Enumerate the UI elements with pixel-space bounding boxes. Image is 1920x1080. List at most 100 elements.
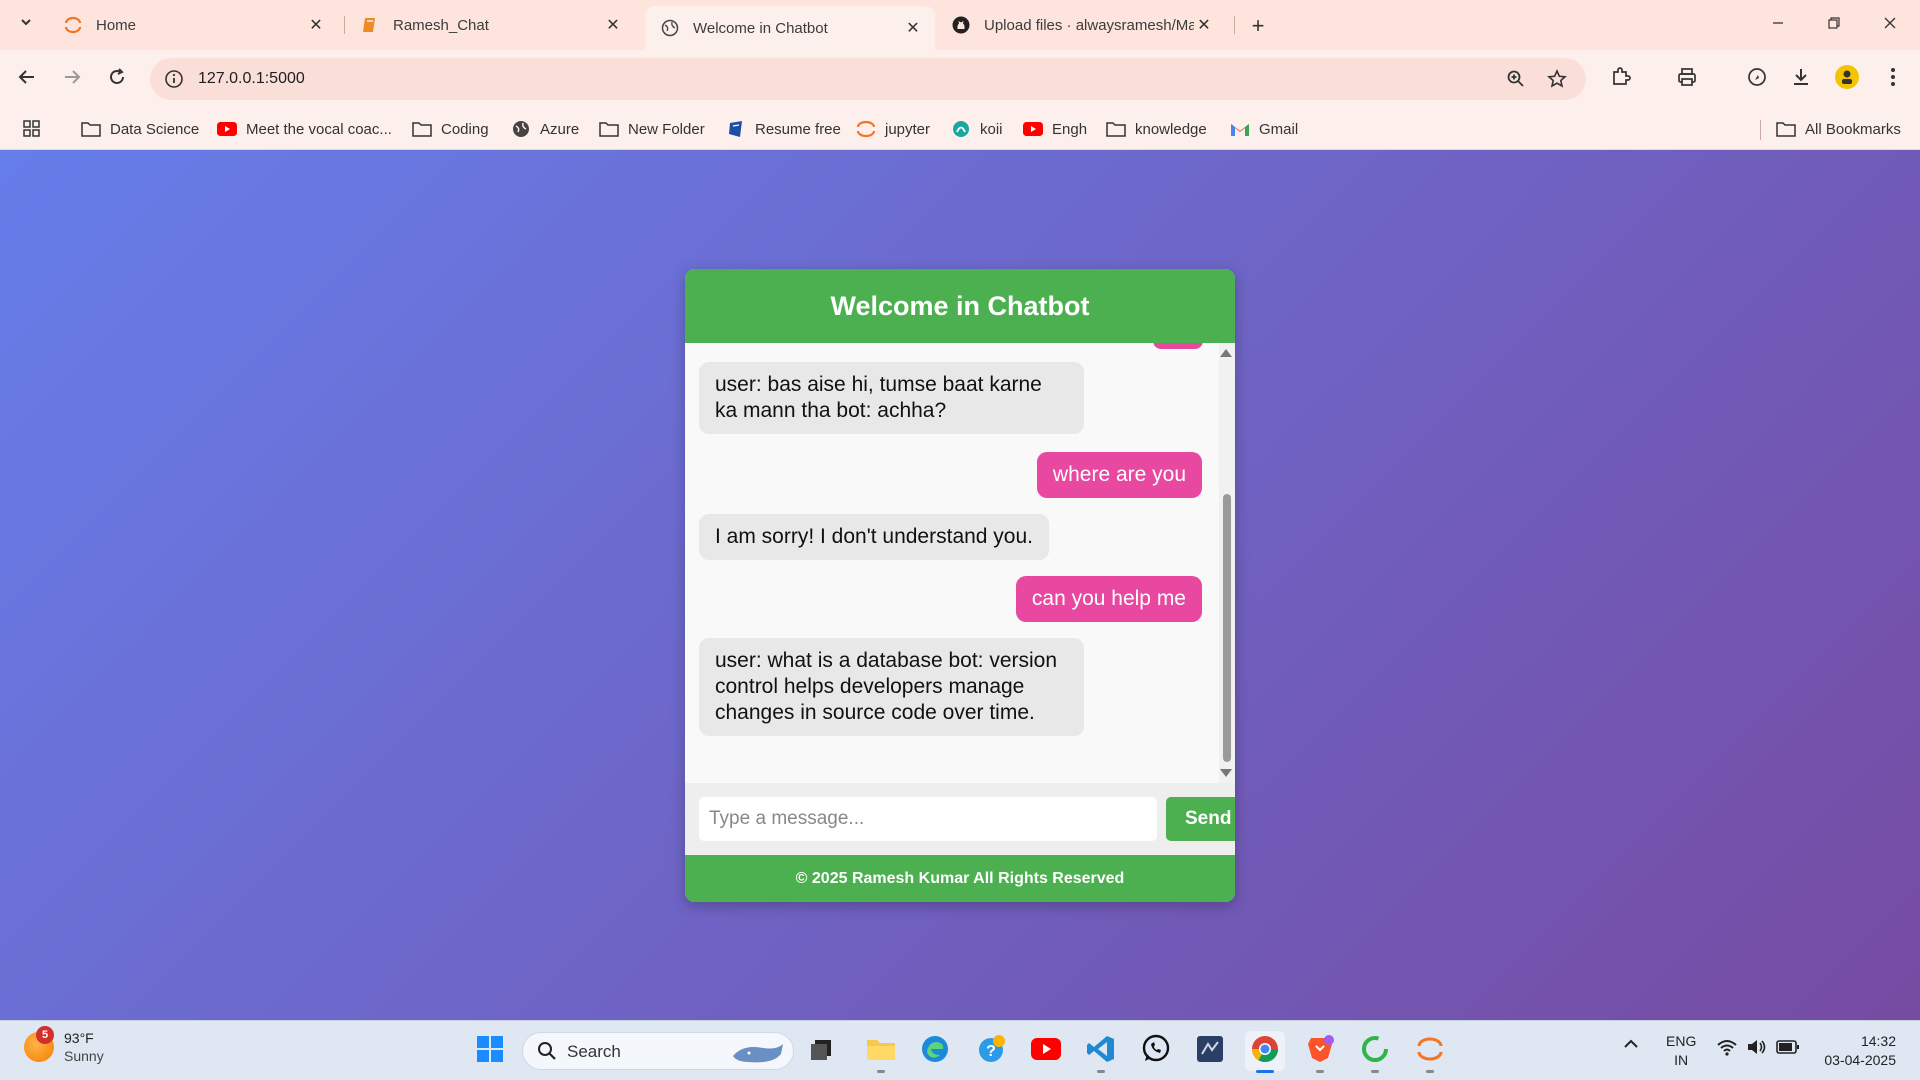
tab-home[interactable]: Home ✕ (48, 6, 338, 44)
scroll-up-arrow-icon[interactable] (1220, 349, 1232, 357)
sun-icon: 5 (24, 1026, 54, 1062)
restore-icon (1827, 16, 1841, 35)
bookmark-vocal-coach[interactable]: Meet the vocal coac... (217, 116, 392, 142)
apps-button[interactable] (22, 116, 51, 142)
zoom-icon[interactable] (1504, 67, 1528, 91)
bookmark-data-science[interactable]: Data Science (81, 116, 199, 142)
bookmark-new-folder[interactable]: New Folder (599, 116, 705, 142)
print-button[interactable] (1670, 62, 1704, 96)
taskbar-app-chrome[interactable] (1245, 1031, 1285, 1073)
taskbar-app-edge[interactable] (915, 1031, 955, 1071)
battery-button[interactable] (1776, 1039, 1800, 1058)
chat-messages[interactable]: user: bas aise hi, tumse baat karne ka m… (685, 343, 1235, 783)
tab-title: Upload files · alwaysramesh/Ma (984, 16, 1194, 34)
new-tab-button[interactable]: + (1244, 12, 1272, 40)
close-icon (1883, 16, 1897, 35)
extensions-button[interactable] (1604, 62, 1638, 96)
taskbar-app-taskview[interactable] (802, 1031, 842, 1071)
taskbar-app-youtube[interactable] (1026, 1031, 1066, 1071)
vscode-icon (1086, 1034, 1116, 1069)
bookmark-engh[interactable]: Engh (1023, 116, 1087, 142)
tab-title: Welcome in Chatbot (693, 19, 828, 37)
download-icon (1790, 66, 1812, 93)
weather-widget[interactable]: 5 93°F Sunny (24, 1026, 104, 1065)
downloads-button[interactable] (1784, 62, 1818, 96)
scrollbar-thumb[interactable] (1223, 494, 1231, 762)
taskbar-app-help[interactable]: ? (972, 1031, 1012, 1071)
taskbar-app-sql[interactable] (1190, 1031, 1230, 1071)
system-clock[interactable]: 14:32 03-04-2025 (1814, 1032, 1896, 1070)
close-icon[interactable]: ✕ (603, 15, 623, 35)
scroll-down-arrow-icon[interactable] (1220, 769, 1232, 777)
search-label: Search (567, 1042, 621, 1061)
whale-icon (729, 1038, 789, 1071)
volume-button[interactable] (1746, 1038, 1768, 1059)
bookmark-separator (1760, 120, 1761, 140)
close-icon[interactable]: ✕ (903, 18, 923, 38)
performance-button[interactable] (1740, 62, 1774, 96)
edge-icon (920, 1034, 950, 1069)
minimize-icon (1771, 16, 1785, 35)
speaker-icon (1746, 1040, 1768, 1059)
close-icon[interactable]: ✕ (1194, 15, 1214, 35)
running-indicator (1316, 1070, 1324, 1073)
ring-icon (1360, 1034, 1390, 1069)
taskbar-app-vscode[interactable] (1081, 1031, 1121, 1073)
weather-temp: 93°F (64, 1030, 94, 1046)
svg-text:?: ? (986, 1043, 996, 1060)
send-button[interactable]: Send (1166, 797, 1235, 841)
start-button[interactable] (470, 1031, 510, 1071)
tray-overflow-button[interactable] (1622, 1035, 1640, 1056)
running-indicator (1426, 1070, 1434, 1073)
taskbar-app-jupyter[interactable] (1410, 1031, 1450, 1073)
bookmark-coding[interactable]: Coding (412, 116, 489, 142)
bookmark-resume-free[interactable]: Resume free (726, 116, 841, 142)
network-button[interactable] (1716, 1038, 1738, 1059)
bookmark-label: Data Science (110, 120, 200, 138)
taskbar-search[interactable]: Search (522, 1032, 794, 1070)
bookmark-koii[interactable]: koii (951, 116, 1003, 142)
reload-button[interactable] (100, 62, 134, 96)
bookmark-jupyter[interactable]: jupyter (856, 116, 930, 142)
chat-scrollbar[interactable] (1219, 343, 1235, 783)
forward-button[interactable] (55, 62, 89, 96)
clock-date: 03-04-2025 (1824, 1052, 1896, 1068)
tab-upload-files[interactable]: Upload files · alwaysramesh/Ma ✕ (936, 6, 1226, 44)
close-icon[interactable]: ✕ (306, 15, 326, 35)
taskbar-app-whatsapp[interactable] (1136, 1031, 1176, 1071)
folder-icon (866, 1036, 896, 1067)
menu-button[interactable] (1876, 62, 1910, 96)
minimize-button[interactable] (1758, 8, 1798, 42)
bookmark-azure[interactable]: Azure (511, 116, 579, 142)
bookmark-label: Meet the vocal coac... (246, 120, 392, 138)
bookmark-label: jupyter (885, 120, 931, 138)
weather-condition: Sunny (64, 1048, 104, 1064)
tab-welcome-chatbot[interactable]: Welcome in Chatbot ✕ (645, 6, 935, 50)
more-vertical-icon (1890, 67, 1896, 92)
address-bar[interactable]: 127.0.0.1:5000 (150, 58, 1586, 100)
taskbar-app-file-explorer[interactable] (861, 1031, 901, 1073)
all-bookmarks-button[interactable]: All Bookmarks (1776, 116, 1901, 142)
profile-button[interactable] (1830, 62, 1864, 96)
bookmark-gmail[interactable]: Gmail (1230, 116, 1298, 142)
restore-button[interactable] (1814, 8, 1854, 42)
tab-search-button[interactable] (10, 7, 42, 41)
star-icon[interactable] (1545, 67, 1569, 91)
back-button[interactable] (10, 62, 44, 96)
task-view-icon (809, 1036, 835, 1067)
browser-toolbar: 127.0.0.1:5000 (0, 50, 1920, 108)
taskbar-app-loader[interactable] (1355, 1031, 1395, 1073)
youtube-icon (217, 120, 237, 138)
language-indicator[interactable]: ENG IN (1666, 1032, 1696, 1070)
taskbar-app-brave[interactable] (1300, 1031, 1340, 1073)
database-app-icon (1195, 1034, 1225, 1069)
message-bubble-user: can you help me (1015, 576, 1202, 622)
bookmark-knowledge[interactable]: knowledge (1106, 116, 1207, 142)
tab-ramesh-chat[interactable]: Ramesh_Chat ✕ (345, 6, 635, 44)
site-info-icon[interactable] (162, 67, 186, 91)
book-icon (361, 16, 379, 34)
wifi-icon (1716, 1040, 1738, 1059)
close-window-button[interactable] (1870, 8, 1910, 42)
chrome-icon (1250, 1034, 1280, 1069)
message-input[interactable] (699, 797, 1157, 841)
